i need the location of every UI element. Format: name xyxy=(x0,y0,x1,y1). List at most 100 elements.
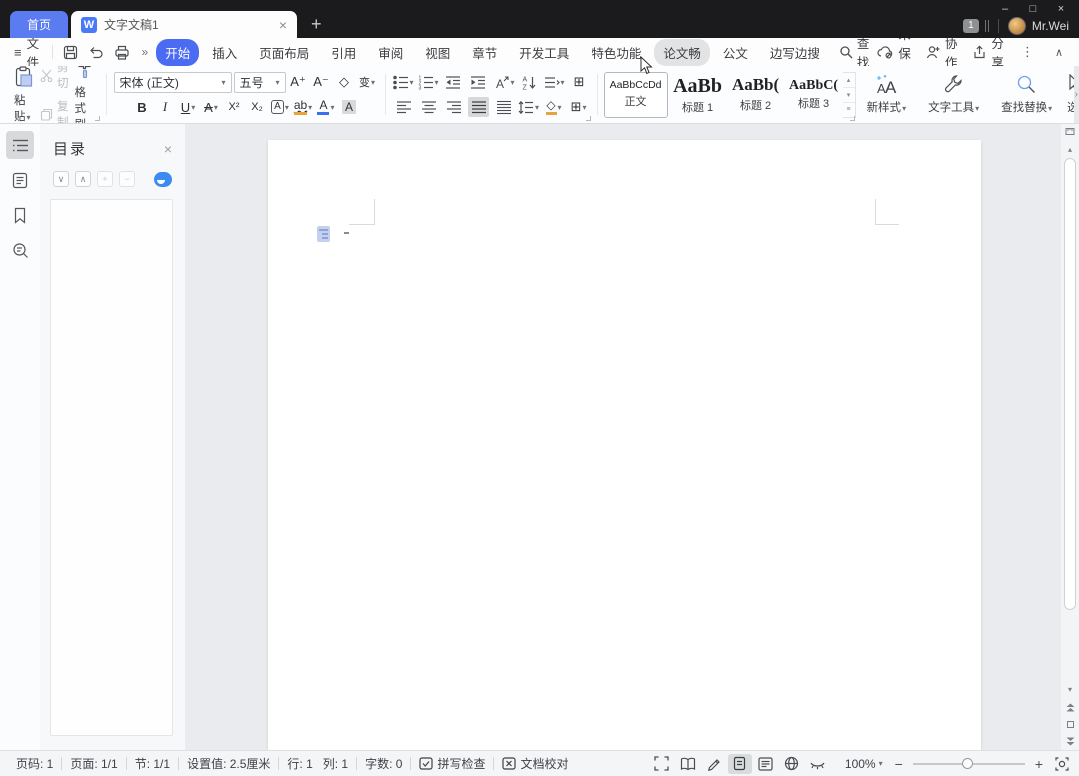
zoom-slider-thumb[interactable] xyxy=(962,758,973,769)
collapse-all-button[interactable]: ∧ xyxy=(75,171,91,187)
select-button[interactable]: 选择 xyxy=(1063,66,1074,123)
scroll-down-icon[interactable]: ▾ xyxy=(1068,686,1072,694)
decrease-indent-button[interactable] xyxy=(443,72,464,92)
ribbon-tab-references[interactable]: 引用 xyxy=(322,39,365,66)
font-size-select[interactable]: 五号 ▾ xyxy=(234,72,286,93)
page-view-button[interactable] xyxy=(728,754,752,774)
ink-pen-button[interactable] xyxy=(702,754,726,774)
fit-page-button[interactable] xyxy=(1055,757,1069,771)
expand-all-button[interactable]: ∨ xyxy=(53,171,69,187)
strikethrough-button[interactable]: A▾ xyxy=(201,97,222,117)
zoom-level-button[interactable]: 100% ▾ xyxy=(845,757,883,771)
dialog-launcher[interactable] xyxy=(95,116,100,121)
select-browse-object-icon[interactable] xyxy=(1067,721,1074,728)
column-status[interactable]: 列: 1 xyxy=(315,755,356,772)
sort-button[interactable]: AZ xyxy=(519,72,540,92)
next-page-icon[interactable] xyxy=(1066,737,1075,746)
ribbon-tab-paper-tool[interactable]: 论文畅 xyxy=(654,39,710,66)
bold-button[interactable]: B xyxy=(132,97,153,117)
align-right-button[interactable] xyxy=(443,97,464,117)
zoom-out-outline-button[interactable]: − xyxy=(119,171,135,187)
font-name-select[interactable]: 宋体 (正文) ▾ xyxy=(114,72,232,93)
scrollbar-thumb[interactable] xyxy=(1064,158,1076,610)
home-tab[interactable]: 首页 xyxy=(10,11,68,38)
ribbon-tab-official-doc[interactable]: 公文 xyxy=(714,39,757,66)
spellcheck-button[interactable]: 拼写检查 xyxy=(411,755,493,772)
justify-button[interactable] xyxy=(468,97,489,117)
paragraph-layout-button[interactable]: ⊞ xyxy=(569,72,590,92)
show-marks-button[interactable]: ▾ xyxy=(544,72,565,92)
subscript-button[interactable]: X₂ xyxy=(247,97,268,117)
zoom-in-button[interactable]: + xyxy=(1031,756,1047,772)
proofread-button[interactable]: 文档校对 xyxy=(494,755,576,772)
character-shading-button[interactable]: A xyxy=(339,97,360,117)
italic-button[interactable]: I xyxy=(155,97,176,117)
styles-more-icon[interactable]: ≡ xyxy=(843,103,855,117)
page-number-status[interactable]: 页码: 1 xyxy=(8,755,61,772)
ribbon-tab-home[interactable]: 开始 xyxy=(156,39,199,66)
find-replace-button[interactable]: 查找替换▾ xyxy=(990,66,1063,123)
user-avatar[interactable] xyxy=(1008,17,1026,35)
close-panel-icon[interactable]: × xyxy=(164,141,172,157)
vertical-scrollbar[interactable]: ▴ ▾ xyxy=(1061,124,1079,750)
numbering-button[interactable]: 123▾ xyxy=(418,72,439,92)
zoom-in-outline-button[interactable]: + xyxy=(97,171,113,187)
dialog-launcher[interactable] xyxy=(850,116,855,121)
bullets-button[interactable]: ▾ xyxy=(393,72,414,92)
bookmark-pane-button[interactable] xyxy=(6,201,34,229)
previous-page-icon[interactable] xyxy=(1066,703,1075,712)
superscript-button[interactable]: X² xyxy=(224,97,245,117)
distribute-button[interactable] xyxy=(493,97,514,117)
font-color-button[interactable]: A▾ xyxy=(316,97,337,117)
save-icon[interactable] xyxy=(63,45,78,60)
web-layout-button[interactable] xyxy=(780,754,804,774)
ai-assistant-toggle[interactable] xyxy=(154,172,172,187)
more-options-icon[interactable]: ⋮ xyxy=(1019,44,1036,60)
line-status[interactable]: 行: 1 xyxy=(279,755,314,772)
text-effects-button[interactable]: A▾ xyxy=(270,97,291,117)
new-style-button[interactable]: AA 新样式▾ xyxy=(856,66,918,123)
fullscreen-view-button[interactable] xyxy=(650,754,674,774)
embedded-doc-icon[interactable] xyxy=(317,226,330,242)
user-name[interactable]: Mr.Wei xyxy=(1032,19,1069,33)
ribbon-tab-insert[interactable]: 插入 xyxy=(203,39,246,66)
highlight-color-button[interactable]: ab▾ xyxy=(293,97,314,117)
notes-pane-button[interactable] xyxy=(6,166,34,194)
copy-button[interactable]: 复制 xyxy=(40,98,69,124)
read-layout-button[interactable] xyxy=(676,754,700,774)
toc-list-empty[interactable] xyxy=(50,199,173,736)
page-count-status[interactable]: 页面: 1/1 xyxy=(62,755,125,772)
style-heading3[interactable]: AaBbC( 标题 3 xyxy=(786,72,842,118)
align-center-button[interactable] xyxy=(418,97,439,117)
cut-button[interactable]: 剪切 xyxy=(40,66,69,91)
maximize-button[interactable]: □ xyxy=(1019,1,1047,17)
paste-button[interactable]: 粘贴▾ xyxy=(8,66,40,124)
qat-more-icon[interactable]: » xyxy=(136,45,155,59)
line-spacing-button[interactable]: ▾ xyxy=(518,97,539,117)
ruler-toggle-icon[interactable] xyxy=(1065,127,1075,136)
text-tool-button[interactable]: 文字工具▾ xyxy=(917,66,990,123)
ribbon-tab-review[interactable]: 审阅 xyxy=(369,39,412,66)
print-icon[interactable] xyxy=(114,45,130,60)
collapse-ribbon-icon[interactable]: ∧ xyxy=(1051,46,1067,59)
document-canvas[interactable] xyxy=(185,124,1061,750)
align-left-button[interactable] xyxy=(393,97,414,117)
character-scale-button[interactable]: A▾ xyxy=(493,72,515,92)
undo-icon[interactable] xyxy=(88,45,104,60)
style-heading1[interactable]: AaBb 标题 1 xyxy=(670,72,726,118)
pinyin-guide-button[interactable]: 变▾ xyxy=(357,72,378,92)
word-count-status[interactable]: 字数: 0 xyxy=(357,755,410,772)
document-page[interactable] xyxy=(268,140,981,750)
shrink-font-button[interactable]: A⁻ xyxy=(311,72,332,92)
outline-view-button[interactable] xyxy=(754,754,778,774)
close-button[interactable]: × xyxy=(1047,1,1075,17)
underline-button[interactable]: U▾ xyxy=(178,97,199,117)
increase-indent-button[interactable] xyxy=(468,72,489,92)
borders-button[interactable]: ⊞▾ xyxy=(568,97,589,117)
zoom-out-button[interactable]: − xyxy=(891,756,907,772)
ribbon-tab-developer[interactable]: 开发工具 xyxy=(510,39,578,66)
ribbon-tab-view[interactable]: 视图 xyxy=(416,39,459,66)
shading-button[interactable]: ◇▾ xyxy=(543,97,564,117)
search-pane-button[interactable] xyxy=(6,236,34,264)
ribbon-tab-search-while-writing[interactable]: 边写边搜 xyxy=(761,39,829,66)
